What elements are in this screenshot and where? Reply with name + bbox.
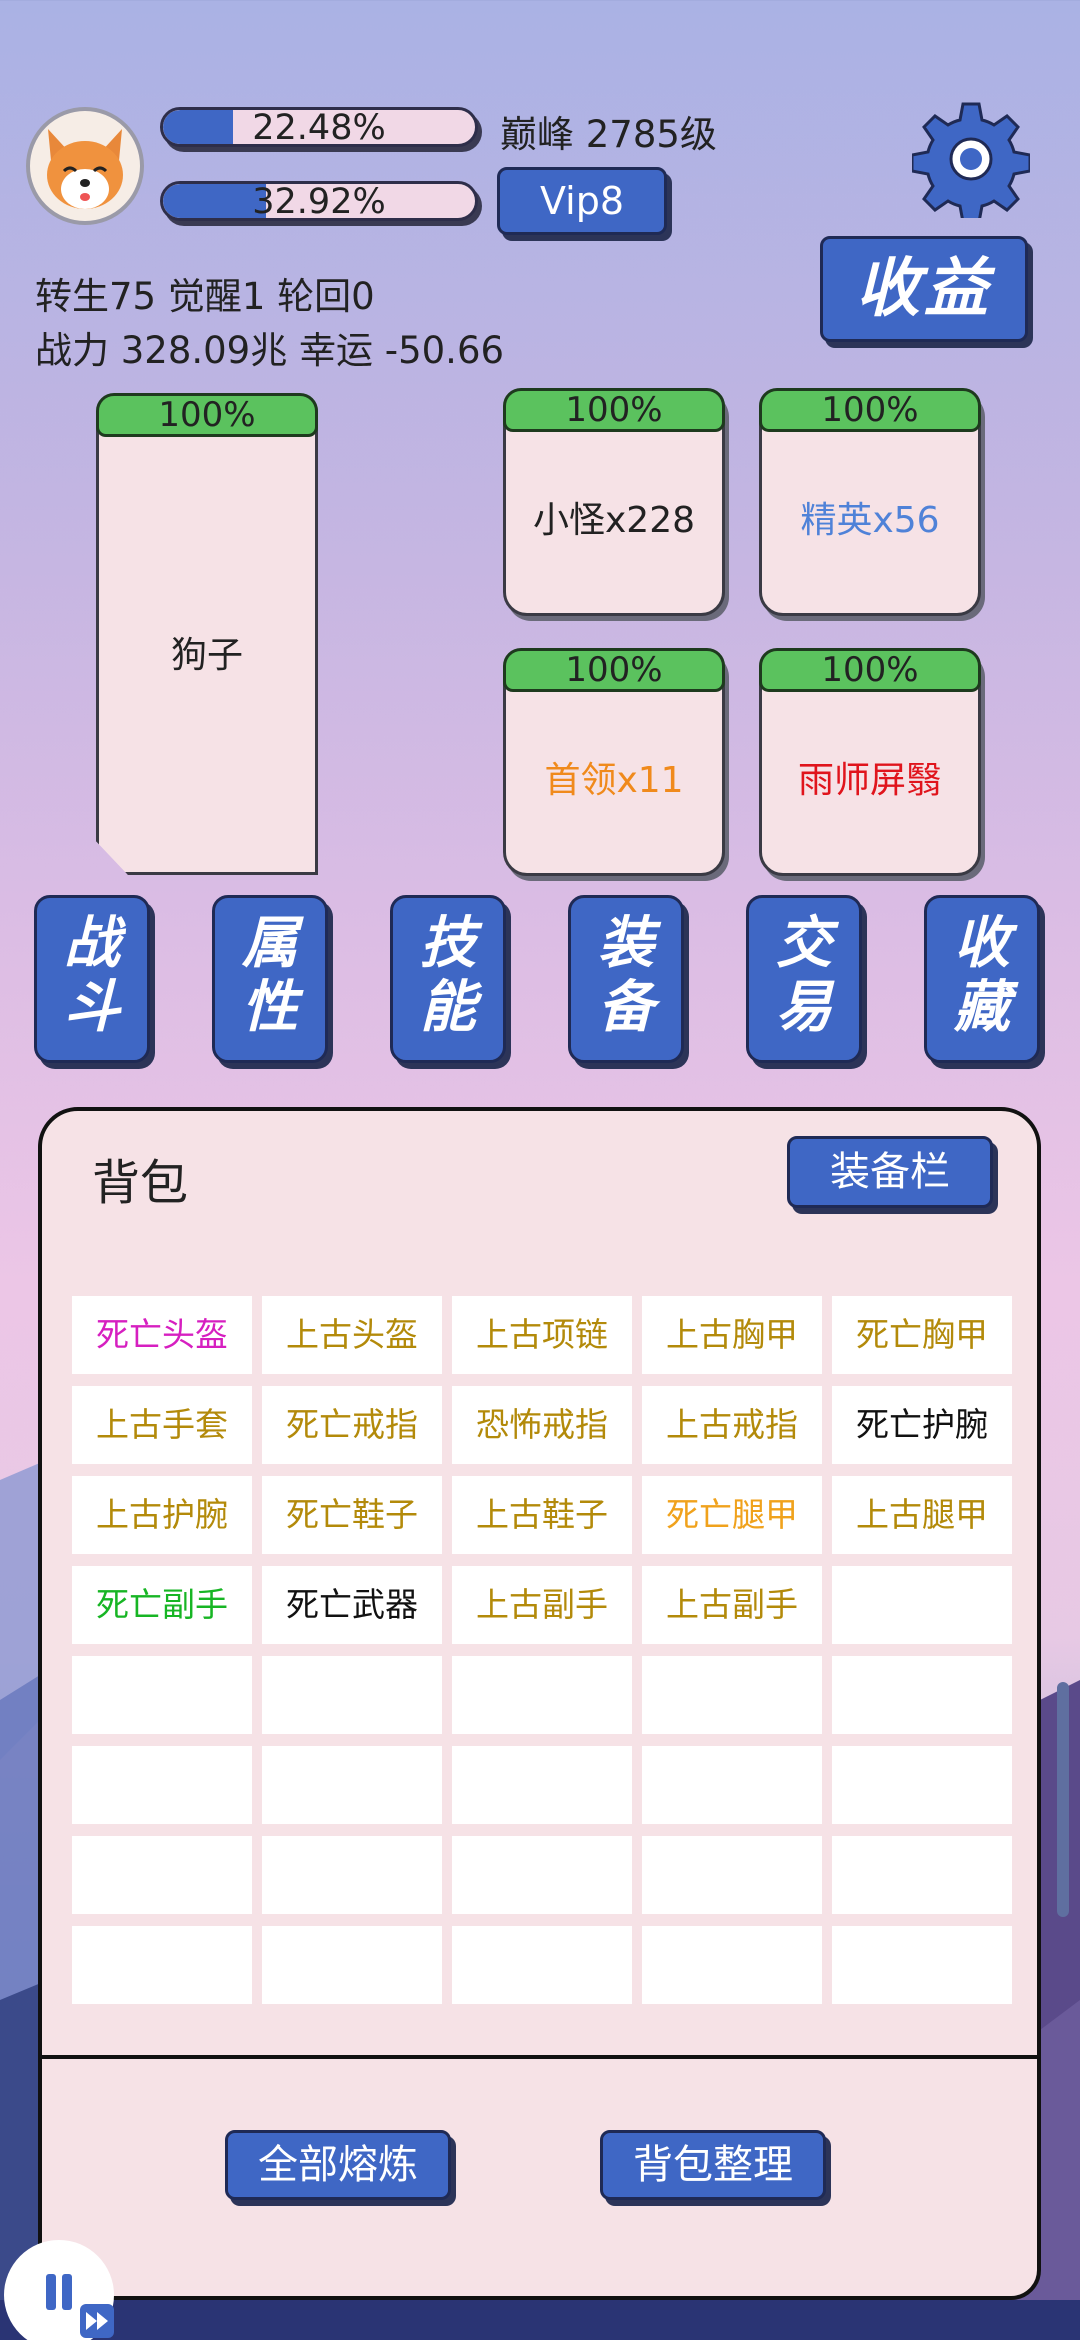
nav-equipment-line2: 备 [598, 975, 654, 1040]
nav-attributes-line2: 性 [242, 975, 298, 1040]
sort-bag-button[interactable]: 背包整理 [600, 2130, 826, 2200]
bag-item[interactable]: 恐怖戒指 [452, 1386, 632, 1464]
gear-icon [910, 102, 1032, 224]
leader-hp-bar: 100% [503, 648, 725, 692]
fast-forward-icon [86, 2312, 108, 2330]
bag-slot-empty[interactable] [832, 1926, 1012, 2004]
exp-bar-1: 22.48% [160, 107, 478, 147]
equipment-slots-button[interactable]: 装备栏 [787, 1136, 993, 1208]
bag-slot-empty[interactable] [452, 1836, 632, 1914]
nav-skills-line2: 能 [420, 975, 476, 1040]
panel-divider [38, 2055, 1041, 2059]
bag-item[interactable]: 上古副手 [452, 1566, 632, 1644]
bag-slot-empty[interactable] [832, 1656, 1012, 1734]
nav-collection[interactable]: 收 藏 [924, 895, 1040, 1063]
bag-slot-empty[interactable] [832, 1566, 1012, 1644]
player-name: 狗子 [170, 635, 243, 676]
nav-battle-line1: 战 [64, 911, 120, 976]
minion-label: 小怪x228 [532, 500, 696, 541]
boss-label: 雨师屏翳 [797, 760, 942, 801]
nav-trade-line1: 交 [776, 911, 832, 976]
smelt-all-button[interactable]: 全部熔炼 [225, 2130, 451, 2200]
elite-label: 精英x56 [800, 500, 940, 541]
income-button[interactable]: 收益 [820, 236, 1028, 342]
bag-slot-empty[interactable] [642, 1926, 822, 2004]
bag-item[interactable]: 上古鞋子 [452, 1476, 632, 1554]
bag-item[interactable]: 死亡戒指 [262, 1386, 442, 1464]
power-luck-stats: 战力 328.09兆 幸运 -50.66 [35, 329, 505, 372]
bag-slot-empty[interactable] [72, 1746, 252, 1824]
bag-slot-empty[interactable] [262, 1656, 442, 1734]
bag-slot-empty[interactable] [642, 1836, 822, 1914]
minion-hp-bar: 100% [503, 388, 725, 432]
bag-grid: 死亡头盔 上古头盔 上古项链 上古胸甲 死亡胸甲上古手套 死亡戒指 恐怖戒指 上古戒指 死亡护腕… [72, 1296, 1012, 2004]
bag-item[interactable]: 上古戒指 [642, 1386, 822, 1464]
bag-item[interactable]: 死亡武器 [262, 1566, 442, 1644]
bag-slot-empty[interactable] [72, 1926, 252, 2004]
bag-slot-empty[interactable] [642, 1656, 822, 1734]
bag-item[interactable]: 上古护腕 [72, 1476, 252, 1554]
bag-item[interactable]: 上古副手 [642, 1566, 822, 1644]
player-hp-bar: 100% [96, 393, 318, 437]
bag-title: 背包 [92, 1155, 189, 1211]
bag-item[interactable]: 上古腿甲 [832, 1476, 1012, 1554]
nav-attributes[interactable]: 属 性 [212, 895, 328, 1063]
fast-forward-button[interactable] [80, 2304, 114, 2338]
player-avatar[interactable] [26, 107, 144, 225]
elite-card[interactable]: 100% 精英x56 [759, 388, 981, 616]
elite-hp-bar: 100% [759, 388, 981, 432]
leader-card[interactable]: 100% 首领x11 [503, 648, 725, 876]
bag-slot-empty[interactable] [832, 1746, 1012, 1824]
bag-item[interactable]: 死亡护腕 [832, 1386, 1012, 1464]
nav-battle-line2: 斗 [64, 975, 120, 1040]
bag-scrollbar[interactable] [1057, 1682, 1069, 1917]
bag-slot-empty[interactable] [452, 1746, 632, 1824]
bag-slot-empty[interactable] [452, 1926, 632, 2004]
bag-item[interactable]: 上古头盔 [262, 1296, 442, 1374]
exp-bar-1-text: 22.48% [252, 108, 386, 147]
nav-skills[interactable]: 技 能 [390, 895, 506, 1063]
bag-slot-empty[interactable] [262, 1836, 442, 1914]
exp-bar-2-text: 32.92% [252, 182, 386, 221]
nav-battle[interactable]: 战 斗 [34, 895, 150, 1063]
nav-trade[interactable]: 交 易 [746, 895, 862, 1063]
bag-item[interactable]: 死亡胸甲 [832, 1296, 1012, 1374]
bag-slot-empty[interactable] [72, 1836, 252, 1914]
peak-level: 巅峰 2785级 [500, 113, 717, 156]
bag-slot-empty[interactable] [452, 1656, 632, 1734]
settings-button[interactable] [910, 100, 1032, 224]
player-card[interactable]: 100% 狗子 [96, 393, 318, 875]
nav-collection-line1: 收 [954, 911, 1010, 976]
nav-attributes-line1: 属 [242, 911, 298, 976]
bag-slot-empty[interactable] [832, 1836, 1012, 1914]
boss-card[interactable]: 100% 雨师屏翳 [759, 648, 981, 876]
nav-trade-line2: 易 [776, 975, 832, 1040]
boss-hp-bar: 100% [759, 648, 981, 692]
rebirth-stats: 转生75 觉醒1 轮回0 [35, 275, 375, 318]
bag-item[interactable]: 死亡鞋子 [262, 1476, 442, 1554]
bag-item[interactable]: 上古项链 [452, 1296, 632, 1374]
bag-slot-empty[interactable] [262, 1746, 442, 1824]
bag-slot-empty[interactable] [262, 1926, 442, 2004]
bag-slot-empty[interactable] [72, 1656, 252, 1734]
nav-skills-line1: 技 [420, 911, 476, 976]
bag-item[interactable]: 上古胸甲 [642, 1296, 822, 1374]
nav-equipment[interactable]: 装 备 [568, 895, 684, 1063]
bag-item[interactable]: 死亡腿甲 [642, 1476, 822, 1554]
corgi-avatar-icon [47, 129, 123, 209]
leader-label: 首领x11 [544, 760, 684, 801]
nav-collection-line2: 藏 [954, 975, 1010, 1040]
bag-item[interactable]: 死亡副手 [72, 1566, 252, 1644]
minion-card[interactable]: 100% 小怪x228 [503, 388, 725, 616]
bag-slot-empty[interactable] [642, 1746, 822, 1824]
bag-item[interactable]: 上古手套 [72, 1386, 252, 1464]
vip-button[interactable]: Vip8 [497, 167, 667, 235]
bag-item[interactable]: 死亡头盔 [72, 1296, 252, 1374]
exp-bar-2: 32.92% [160, 181, 478, 221]
nav-equipment-line1: 装 [598, 911, 654, 976]
